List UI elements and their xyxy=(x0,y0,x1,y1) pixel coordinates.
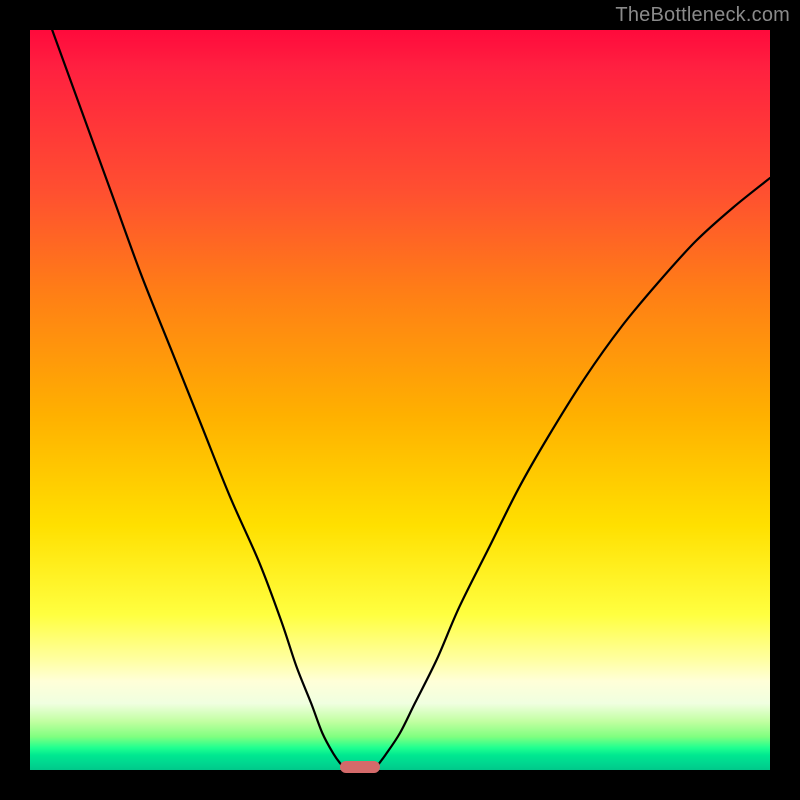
chart-plot-area xyxy=(30,30,770,770)
curve-right-branch xyxy=(374,178,770,770)
outer-frame: TheBottleneck.com xyxy=(0,0,800,800)
watermark-text: TheBottleneck.com xyxy=(615,4,790,27)
optimal-marker xyxy=(340,761,380,773)
curve-left-branch xyxy=(52,30,347,770)
bottleneck-curve xyxy=(30,30,770,770)
